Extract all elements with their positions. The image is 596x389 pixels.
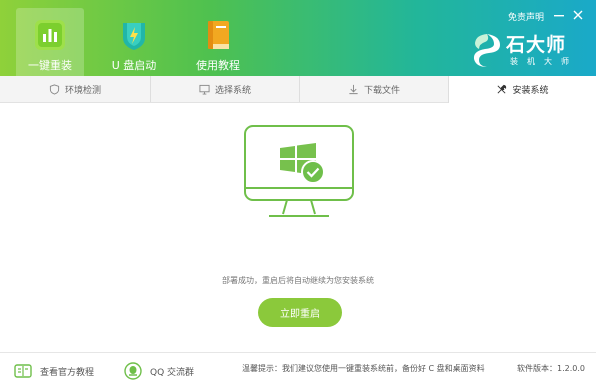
tutorial-book-icon	[14, 364, 32, 378]
warm-tip: 温馨提示：我们建议您使用一键重装系统前，备份好 C 盘和桌面资料	[242, 364, 485, 373]
step-label: 安装系统	[512, 86, 549, 96]
step-select-system: 选择系统	[150, 76, 299, 102]
bar-chart-icon	[35, 20, 65, 50]
wrench-icon	[497, 84, 507, 94]
disclaimer-link[interactable]: 免责声明	[508, 10, 544, 23]
logo-icon	[473, 34, 500, 67]
tutorial-link-label: 查看官方教程	[40, 367, 95, 378]
minimize-icon[interactable]	[552, 8, 566, 22]
software-version: 软件版本：1.2.0.0	[514, 363, 585, 374]
step-label: 选择系统	[214, 85, 251, 96]
shield-icon	[49, 83, 60, 95]
step-label: 环境检测	[64, 85, 101, 96]
monitor-success-illustration	[244, 125, 354, 217]
step-download-files: 下载文件	[299, 76, 448, 102]
step-environment-check: 环境检测	[0, 76, 150, 102]
download-icon	[349, 84, 358, 94]
qq-group-link[interactable]: QQ 交流群	[124, 361, 194, 381]
nav-usb-boot[interactable]: U 盘启动	[100, 8, 168, 76]
app-header: 一键重装 U 盘启动 使用教程 免责声明 石大师 装机大师	[0, 0, 596, 76]
qq-link-label: QQ 交流群	[150, 367, 195, 378]
brand-name: 石大师	[506, 34, 567, 56]
close-icon[interactable]	[571, 8, 585, 22]
monitor-icon	[199, 84, 210, 95]
book-icon	[208, 21, 229, 49]
brand-logo: 石大师 装机大师	[470, 30, 588, 72]
official-tutorial-link[interactable]: 查看官方教程	[14, 361, 94, 381]
install-steps: 环境检测 选择系统 下载文件 安装系统	[0, 76, 596, 103]
qq-icon	[124, 362, 142, 380]
restart-now-button[interactable]: 立即重启	[258, 298, 342, 327]
step-install-system: 安装系统	[448, 76, 596, 103]
usb-shield-icon	[123, 23, 145, 50]
step-label: 下载文件	[363, 85, 400, 96]
nav-one-click-reinstall[interactable]: 一键重装	[16, 8, 84, 76]
nav-label: 使用教程	[196, 59, 240, 72]
nav-tutorial[interactable]: 使用教程	[184, 8, 252, 76]
deploy-status-message: 部署成功，重启后将自动继续为您安装系统	[222, 276, 374, 285]
nav-label: U 盘启动	[111, 59, 157, 72]
nav-label: 一键重装	[28, 59, 72, 72]
check-icon	[301, 160, 325, 184]
brand-subtitle: 装机大师	[510, 57, 578, 66]
